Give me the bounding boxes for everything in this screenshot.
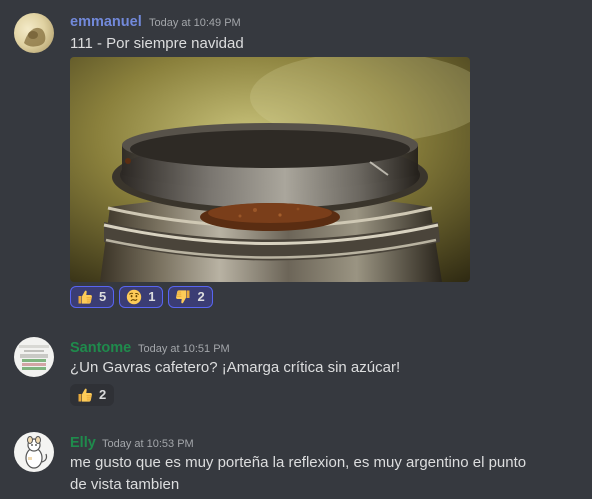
username[interactable]: emmanuel — [70, 13, 142, 31]
avatar-elly[interactable] — [14, 432, 54, 472]
username[interactable]: Santome — [70, 339, 131, 357]
thumbs-up-icon — [77, 289, 93, 305]
reaction-count: 2 — [99, 387, 107, 402]
message-santome: Santome Today at 10:51 PM ¿Un Gavras caf… — [0, 330, 592, 410]
reaction-count: 1 — [148, 289, 156, 304]
message-text-line: de vista tambien — [70, 476, 180, 493]
message-timestamp: Today at 10:51 PM — [138, 343, 230, 355]
avatar-emmanuel[interactable] — [14, 13, 54, 53]
reaction-count: 5 — [99, 289, 107, 304]
avatar-santome[interactable] — [14, 337, 54, 377]
message-text: ¿Un Gavras cafetero? ¡Amarga crítica sin… — [70, 359, 401, 376]
reaction-thumbs-down[interactable]: 2 — [168, 286, 213, 308]
reaction-count: 2 — [197, 289, 205, 304]
thumbs-down-icon — [175, 289, 191, 305]
message-timestamp: Today at 10:49 PM — [149, 17, 241, 29]
reaction-bar: 2 — [70, 384, 115, 406]
reaction-confused-face[interactable]: 1 — [119, 286, 164, 308]
message-elly: Elly Today at 10:53 PM me gusto que es m… — [0, 425, 592, 499]
reaction-bar: 5 1 2 — [70, 286, 213, 308]
reaction-thumbs-up[interactable]: 2 — [70, 384, 115, 406]
message-text: 111 - Por siempre navidad — [70, 35, 244, 52]
message-text-line: me gusto que es muy porteña la reflexion… — [70, 454, 527, 471]
image-attachment[interactable] — [70, 57, 470, 282]
message-emmanuel: emmanuel Today at 10:49 PM 111 - Por sie… — [0, 0, 592, 318]
chat-message-list: emmanuel Today at 10:49 PM 111 - Por sie… — [0, 0, 592, 499]
message-text: me gusto que es muy porteña la reflexion… — [70, 452, 570, 496]
reaction-thumbs-up[interactable]: 5 — [70, 286, 115, 308]
username[interactable]: Elly — [70, 434, 96, 452]
thumbs-up-icon — [77, 387, 93, 403]
message-timestamp: Today at 10:53 PM — [102, 438, 194, 450]
confused-face-icon — [126, 289, 142, 305]
